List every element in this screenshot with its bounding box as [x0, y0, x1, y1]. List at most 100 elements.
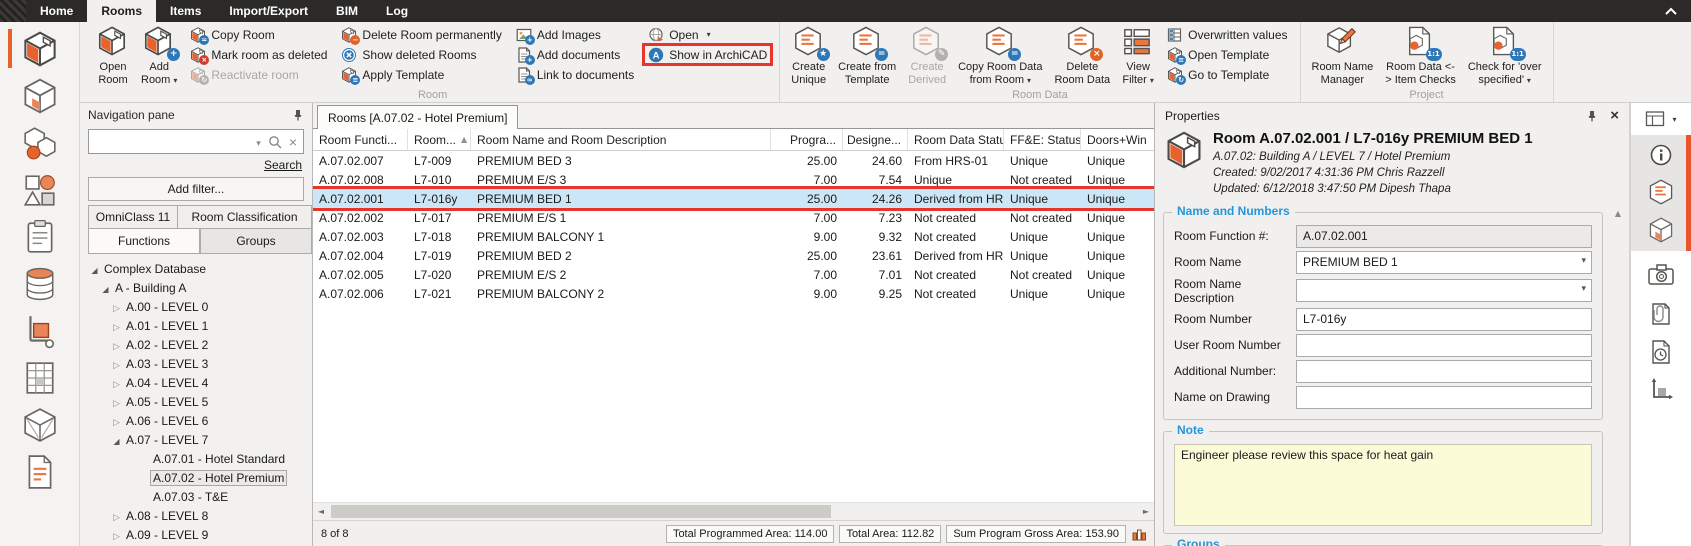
menu-tab-import-export[interactable]: Import/Export: [215, 0, 322, 22]
table-row[interactable]: A.07.02.004L7-019PREMIUM BED 225.0023.61…: [313, 246, 1154, 265]
room-name-manager-button[interactable]: Room NameManager: [1307, 24, 1379, 88]
history-button[interactable]: [1648, 339, 1674, 365]
expand-icon[interactable]: [110, 319, 123, 333]
room-name-description-input[interactable]: [1296, 279, 1592, 302]
overwritten-values-button[interactable]: Overwritten values: [1164, 26, 1290, 43]
scrollbar-thumb[interactable]: [331, 505, 831, 518]
tree-item-a-02-level-2[interactable]: A.02 - LEVEL 2: [80, 335, 312, 354]
tree-item-a-00-level-0[interactable]: A.00 - LEVEL 0: [80, 297, 312, 316]
collapse-icon[interactable]: [110, 433, 123, 447]
images-button[interactable]: [1647, 261, 1675, 289]
menu-tab-log[interactable]: Log: [372, 0, 422, 22]
room-model-button[interactable]: [1648, 217, 1674, 243]
table-row[interactable]: A.07.02.008L7-010PREMIUM E/S 37.007.54Un…: [313, 170, 1154, 189]
clear-search-icon[interactable]: [289, 134, 297, 150]
show-deleted-rooms-button[interactable]: Show deleted Rooms: [338, 46, 504, 63]
menu-tab-bim[interactable]: BIM: [322, 0, 372, 22]
check-for-over-specified-button[interactable]: 1:1Check for 'overspecified'▾: [1463, 24, 1547, 88]
measurements-button[interactable]: [1648, 377, 1674, 403]
table-row[interactable]: A.07.02.007L7-009PREMIUM BED 325.0024.60…: [313, 151, 1154, 170]
copy-room-button[interactable]: =Copy Room: [187, 26, 330, 43]
collapse-icon[interactable]: [99, 281, 112, 295]
tree-item-a-07-03-t-e[interactable]: A.07.03 - T&E: [80, 487, 312, 506]
create-unique-button[interactable]: ★CreateUnique: [786, 24, 831, 88]
expand-icon[interactable]: [110, 338, 123, 352]
sidebar-logistics-button[interactable]: [0, 307, 79, 354]
reactivate-room-button[interactable]: ↻Reactivate room: [187, 66, 330, 83]
show-in-archicad-button[interactable]: Show in ArchiCAD: [645, 46, 770, 63]
area-chart-icon[interactable]: [1132, 527, 1146, 541]
collapse-icon[interactable]: [88, 262, 101, 276]
link-to-documents-button[interactable]: ∞Link to documents: [513, 66, 637, 83]
sidebar-buildings-button[interactable]: [0, 354, 79, 401]
room-function-input[interactable]: A.07.02.001: [1296, 225, 1592, 248]
add-filter-button[interactable]: Add filter...: [88, 177, 304, 201]
room-data-item-checks-button[interactable]: 1:1Room Data <-> Item Checks: [1380, 24, 1461, 88]
open-button[interactable]: Open▾: [645, 26, 770, 43]
expand-icon[interactable]: [110, 300, 123, 314]
tree-item-a-08-level-8[interactable]: A.08 - LEVEL 8: [80, 506, 312, 525]
add-room-button[interactable]: +AddRoom▾: [136, 24, 182, 88]
scroll-left-icon[interactable]: [313, 503, 329, 520]
sidebar-products-button[interactable]: [0, 166, 79, 213]
tab-omniclass-11[interactable]: OmniClass 11: [88, 205, 178, 229]
table-row[interactable]: A.07.02.006L7-021PREMIUM BALCONY 29.009.…: [313, 284, 1154, 303]
expand-icon[interactable]: [110, 528, 123, 542]
column-header-ff-e-status[interactable]: FF&E: Status: [1004, 129, 1081, 150]
column-header-designe[interactable]: Designe...: [843, 129, 908, 150]
sidebar-packages-button[interactable]: [0, 401, 79, 448]
open-room-button[interactable]: OpenRoom: [92, 24, 134, 88]
info-button[interactable]: [1649, 143, 1673, 167]
column-header-doors-win[interactable]: Doors+Win: [1081, 129, 1155, 150]
sidebar-rooms-button[interactable]: [0, 25, 79, 72]
tree-item-a-07-level-7[interactable]: A.07 - LEVEL 7: [80, 430, 312, 449]
additional-number-input[interactable]: [1296, 360, 1592, 383]
tree-item-a-01-level-1[interactable]: A.01 - LEVEL 1: [80, 316, 312, 335]
go-to-template-button[interactable]: ↻Go to Template: [1164, 66, 1290, 83]
column-header-room[interactable]: Room...▲: [408, 129, 471, 150]
tab-room-classification[interactable]: Room Classification: [178, 205, 312, 229]
tree-item-a-03-level-3[interactable]: A.03 - LEVEL 3: [80, 354, 312, 373]
tab-functions[interactable]: Functions: [88, 229, 200, 254]
room-data-sheet-button[interactable]: [1648, 179, 1674, 205]
tree-item-complex-database[interactable]: Complex Database: [80, 259, 312, 278]
table-row[interactable]: A.07.02.001L7-016yPREMIUM BED 125.0024.2…: [313, 189, 1154, 208]
scroll-right-icon[interactable]: [1138, 503, 1154, 520]
create-from-template-button[interactable]: =Create fromTemplate: [833, 24, 901, 88]
name-on-drawing-input[interactable]: [1296, 386, 1592, 409]
sidebar-spaces-button[interactable]: [0, 72, 79, 119]
sidebar-documents-button[interactable]: [0, 213, 79, 260]
horizontal-scrollbar[interactable]: [313, 502, 1154, 520]
delete-room-data-button[interactable]: ×DeleteRoom Data: [1049, 24, 1115, 88]
tree-item-a-04-level-4[interactable]: A.04 - LEVEL 4: [80, 373, 312, 392]
sidebar-items-button[interactable]: [0, 119, 79, 166]
attachments-button[interactable]: [1648, 301, 1674, 327]
expand-icon[interactable]: [110, 376, 123, 390]
ribbon-collapse-button[interactable]: [1663, 0, 1679, 22]
open-template-button[interactable]: ≡Open Template: [1164, 46, 1290, 63]
search-link[interactable]: Search: [264, 158, 302, 172]
expand-icon[interactable]: [110, 509, 123, 523]
user-room-number-input[interactable]: [1296, 334, 1592, 357]
delete-room-permanently-button[interactable]: −Delete Room permanently: [338, 26, 504, 43]
room-name-input[interactable]: PREMIUM BED 1: [1296, 251, 1592, 274]
tree-item-a-07-01-hotel-standard[interactable]: A.07.01 - Hotel Standard: [80, 449, 312, 468]
apply-template-button[interactable]: ≡Apply Template: [338, 66, 504, 83]
menu-tab-home[interactable]: Home: [26, 0, 87, 22]
table-row[interactable]: A.07.02.003L7-018PREMIUM BALCONY 19.009.…: [313, 227, 1154, 246]
search-dropdown-icon[interactable]: [256, 135, 261, 149]
menu-tab-rooms[interactable]: Rooms: [87, 0, 156, 22]
view-filter-button[interactable]: ViewFilter▾: [1117, 24, 1159, 88]
copy-room-data-from-room-button[interactable]: =Copy Room Datafrom Room▾: [953, 24, 1047, 88]
table-row[interactable]: A.07.02.005L7-020PREMIUM E/S 27.007.01No…: [313, 265, 1154, 284]
search-icon[interactable]: [268, 135, 282, 149]
properties-scrollbar[interactable]: [1611, 205, 1625, 538]
expand-icon[interactable]: [110, 414, 123, 428]
column-header-room-functi[interactable]: Room Functi...: [313, 129, 408, 150]
tree-item-a-07-02-hotel-premium[interactable]: A.07.02 - Hotel Premium: [80, 468, 312, 487]
tree-item-a-building-a[interactable]: A - Building A: [80, 278, 312, 297]
add-documents-button[interactable]: +Add documents: [513, 46, 637, 63]
sidebar-reports-button[interactable]: [0, 448, 79, 495]
tab-groups[interactable]: Groups: [200, 229, 312, 254]
close-icon[interactable]: [1610, 107, 1619, 124]
